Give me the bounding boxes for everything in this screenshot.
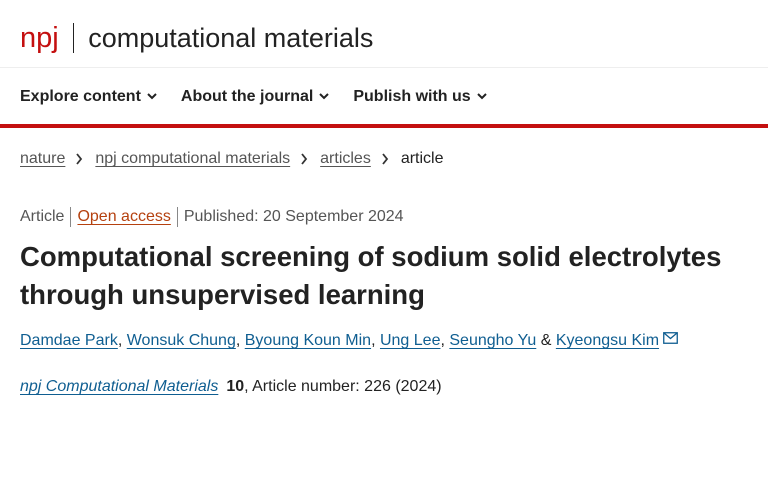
journal-link[interactable]: npj Computational Materials (20, 378, 218, 396)
site-header: npj computational materials (0, 0, 768, 68)
author-separator: , (117, 332, 123, 349)
author-list: Damdae Park, Wonsuk Chung, Byoung Koun M… (20, 332, 678, 350)
chevron-right-icon (300, 153, 310, 165)
article-title: Computational screening of sodium solid … (20, 241, 722, 310)
chevron-down-icon (147, 92, 157, 102)
journal-logo[interactable]: npj computational materials (20, 20, 373, 56)
nav-item-label: Explore content (20, 87, 141, 105)
meta-divider (70, 207, 72, 227)
open-access-link[interactable]: Open access (77, 208, 170, 226)
author-link[interactable]: Wonsuk Chung (127, 332, 236, 350)
article-type: Article (20, 208, 65, 225)
breadcrumb-journal[interactable]: npj computational materials (95, 150, 290, 168)
volume-number: 10 (226, 378, 245, 395)
nav-about-journal[interactable]: About the journal (180, 87, 330, 106)
author-link[interactable]: Ung Lee (380, 332, 441, 350)
nav-item-label: About the journal (180, 87, 314, 105)
breadcrumb: nature npj computational materials artic… (20, 150, 444, 168)
brand-accent-bar (0, 124, 768, 128)
citation: npj Computational Materials 10 , Article… (20, 378, 442, 396)
brand-npj: npj (20, 22, 59, 54)
chevron-down-icon (476, 92, 487, 102)
nav-publish-with-us[interactable]: Publish with us (353, 87, 487, 106)
brand-name: computational materials (88, 23, 374, 53)
author-separator: , (235, 332, 241, 349)
breadcrumb-articles[interactable]: articles (320, 150, 371, 168)
author-ampersand: & (540, 332, 552, 349)
main-nav: Explore content About the journal Publis… (0, 68, 768, 125)
chevron-right-icon (75, 153, 85, 165)
author-link[interactable]: Byoung Koun Min (245, 332, 371, 350)
author-separator: , (440, 332, 445, 349)
nav-explore-content[interactable]: Explore content (20, 88, 157, 106)
citation-details: , Article number: 226 (2024) (244, 378, 442, 395)
breadcrumb-current: article (400, 150, 444, 167)
author-link[interactable]: Seungho Yu (449, 332, 536, 350)
published-date: Published: 20 September 2024 (183, 208, 404, 225)
breadcrumb-nature[interactable]: nature (20, 150, 65, 168)
chevron-down-icon (319, 92, 330, 102)
article-meta: Article Open access Published: 20 Septem… (20, 207, 404, 227)
author-separator: , (371, 332, 376, 349)
mail-icon[interactable] (663, 332, 678, 344)
author-link[interactable]: Damdae Park (20, 332, 118, 350)
nav-item-label: Publish with us (353, 87, 471, 105)
author-link[interactable]: Kyeongsu Kim (556, 332, 659, 350)
chevron-right-icon (381, 153, 391, 165)
brand-divider (72, 23, 75, 53)
meta-divider (176, 207, 178, 227)
